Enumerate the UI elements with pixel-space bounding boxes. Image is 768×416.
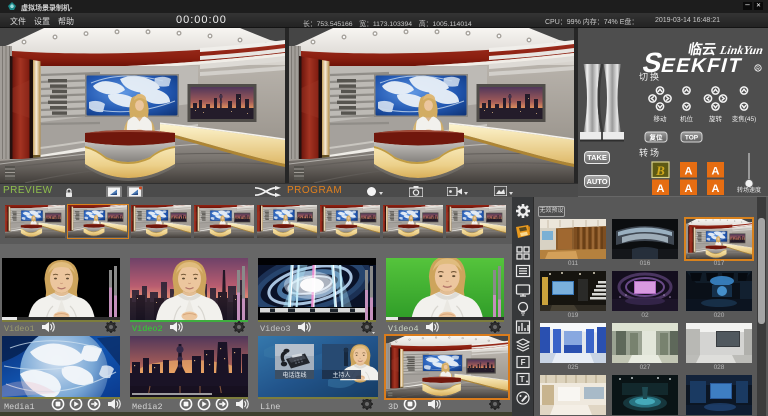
svg-text:电话连线: 电话连线: [282, 371, 306, 379]
svg-text:Video3: Video3: [260, 324, 291, 334]
svg-text:F: F: [521, 358, 526, 367]
svg-text:Video2: Video2: [132, 324, 163, 334]
svg-text:Media2: Media2: [132, 402, 163, 412]
svg-text:Media1: Media1: [4, 402, 35, 412]
svg-text:Video4: Video4: [388, 324, 419, 334]
svg-text:主持人: 主持人: [332, 371, 350, 379]
svg-text:Line: Line: [260, 402, 280, 412]
svg-text:3D: 3D: [388, 402, 398, 412]
svg-text:Video1: Video1: [4, 324, 35, 334]
svg-text:T: T: [520, 375, 525, 384]
